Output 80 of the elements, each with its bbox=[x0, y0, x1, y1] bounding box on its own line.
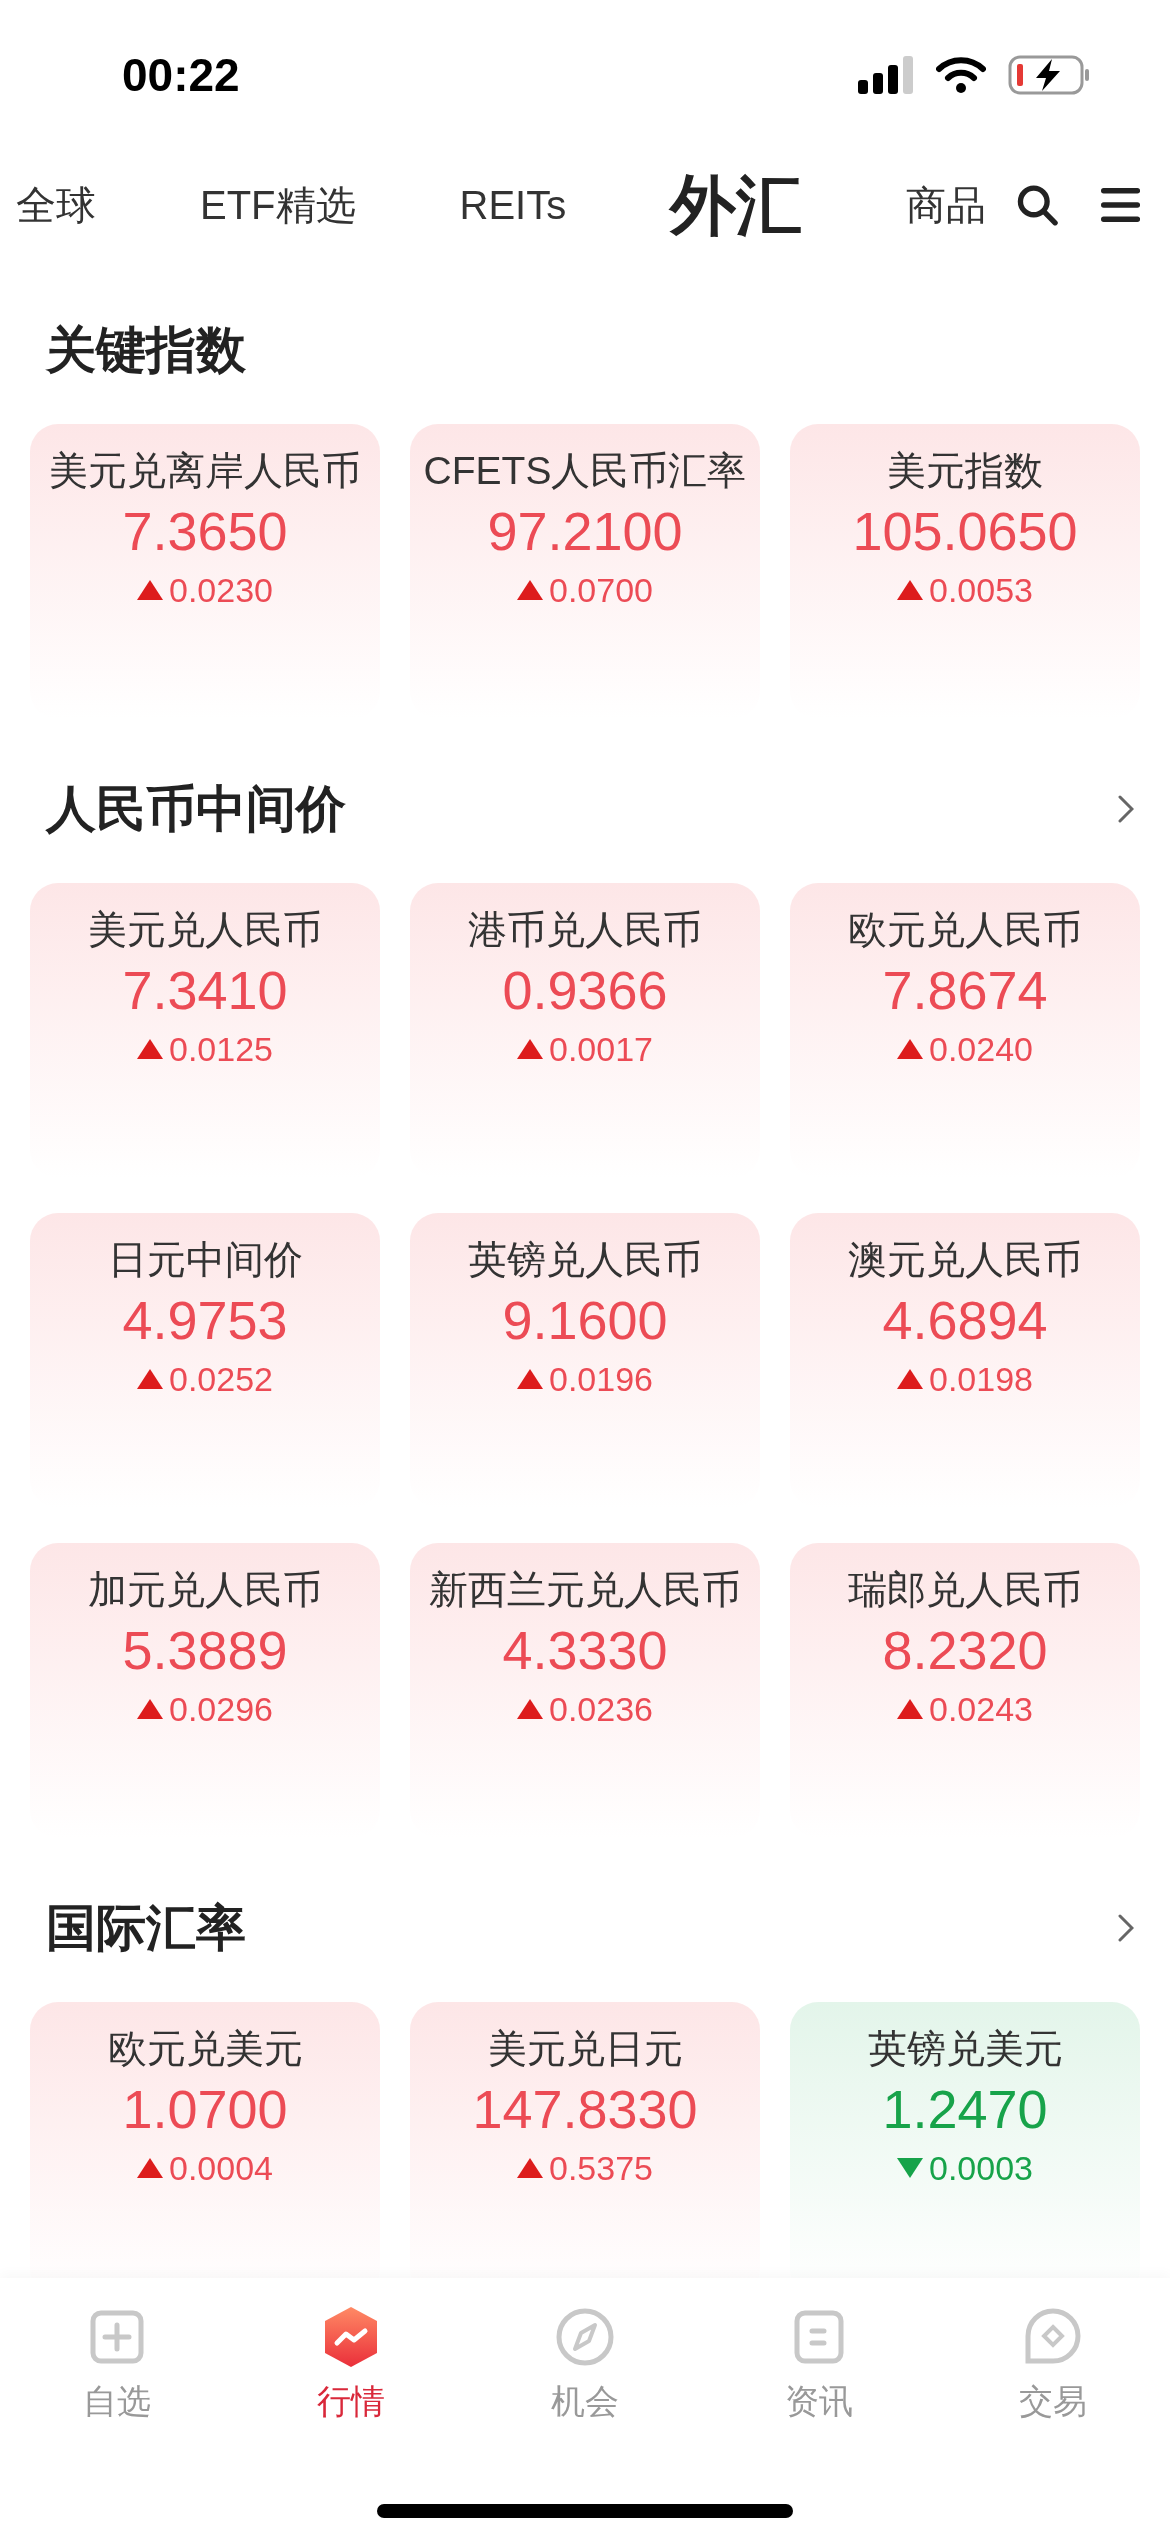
quote-name: 加元兑人民币 bbox=[88, 1567, 322, 1613]
quote-name: CFETS人民币汇率 bbox=[423, 448, 747, 494]
quote-change: 0.0004 bbox=[169, 2148, 273, 2189]
section-title: 关键指数 bbox=[46, 320, 246, 380]
quote-change: 0.0198 bbox=[929, 1359, 1033, 1400]
quote-change: 0.0053 bbox=[929, 570, 1033, 611]
quote-name: 日元中间价 bbox=[107, 1237, 303, 1283]
trade-icon bbox=[1024, 2307, 1082, 2367]
quote-change: 0.0296 bbox=[169, 1689, 273, 1730]
quote-name: 美元指数 bbox=[887, 448, 1043, 494]
up-triangle-icon bbox=[137, 1699, 163, 1719]
up-triangle-icon bbox=[137, 580, 163, 600]
bottom-nav-tab[interactable]: 行情 bbox=[271, 2302, 431, 2427]
quote-value: 97.2100 bbox=[487, 500, 683, 563]
plus-square-icon bbox=[89, 2309, 145, 2365]
quote-change: 0.0240 bbox=[929, 1029, 1033, 1070]
quote-name: 美元兑离岸人民币 bbox=[49, 448, 361, 494]
up-triangle-icon bbox=[517, 580, 543, 600]
quote-name: 瑞郎兑人民币 bbox=[848, 1567, 1082, 1613]
quote-change: 0.0252 bbox=[169, 1359, 273, 1400]
quote-name: 欧元兑美元 bbox=[107, 2026, 303, 2072]
up-triangle-icon bbox=[517, 1699, 543, 1719]
up-triangle-icon bbox=[897, 1699, 923, 1719]
market-tab[interactable]: 全球 bbox=[16, 175, 96, 235]
quote-name: 美元兑日元 bbox=[487, 2026, 683, 2072]
market-tab[interactable]: 商品 bbox=[906, 175, 987, 235]
quote-value: 7.8674 bbox=[882, 959, 1048, 1022]
quote-value: 4.9753 bbox=[122, 1289, 288, 1352]
quote-value: 4.6894 bbox=[882, 1289, 1048, 1352]
up-triangle-icon bbox=[517, 2158, 543, 2178]
quote-name: 澳元兑人民币 bbox=[848, 1237, 1082, 1283]
battery-charging-icon bbox=[1008, 55, 1090, 95]
quote-value: 9.1600 bbox=[502, 1289, 668, 1352]
up-triangle-icon bbox=[137, 1039, 163, 1059]
up-triangle-icon bbox=[137, 1369, 163, 1389]
quote-value: 8.2320 bbox=[882, 1619, 1048, 1682]
status-time: 00:22 bbox=[122, 47, 240, 103]
chevron-right-icon[interactable] bbox=[1118, 1914, 1134, 1942]
up-triangle-icon bbox=[897, 1039, 923, 1059]
chevron-right-icon[interactable] bbox=[1118, 795, 1134, 823]
up-triangle-icon bbox=[517, 1039, 543, 1059]
up-triangle-icon bbox=[137, 2158, 163, 2178]
quote-value: 5.3889 bbox=[122, 1619, 288, 1682]
quote-change: 0.0230 bbox=[169, 570, 273, 611]
quote-change: 0.0125 bbox=[169, 1029, 273, 1070]
up-triangle-icon bbox=[897, 1369, 923, 1389]
market-tab[interactable]: 外汇 bbox=[670, 155, 803, 255]
market-tab[interactable]: REITs bbox=[459, 175, 567, 235]
quote-name: 欧元兑人民币 bbox=[848, 907, 1082, 953]
quote-value: 1.2470 bbox=[882, 2078, 1048, 2141]
quote-value: 7.3650 bbox=[122, 500, 288, 563]
quote-change: 0.0243 bbox=[929, 1689, 1033, 1730]
quote-name: 港币兑人民币 bbox=[468, 907, 702, 953]
quote-name: 英镑兑美元 bbox=[867, 2026, 1063, 2072]
quote-value: 147.8330 bbox=[472, 2078, 698, 2141]
quote-name: 英镑兑人民币 bbox=[468, 1237, 702, 1283]
down-triangle-icon bbox=[897, 2158, 923, 2178]
quote-value: 1.0700 bbox=[122, 2078, 288, 2141]
quote-change: 0.0017 bbox=[549, 1029, 653, 1070]
quote-name: 美元兑人民币 bbox=[88, 907, 322, 953]
quote-change: 0.0003 bbox=[929, 2148, 1033, 2189]
quote-change: 0.0700 bbox=[549, 570, 653, 611]
up-triangle-icon bbox=[517, 1369, 543, 1389]
menu-icon[interactable] bbox=[1100, 185, 1140, 225]
quote-name: 新西兰元兑人民币 bbox=[429, 1567, 741, 1613]
section-title: 人民币中间价 bbox=[46, 779, 346, 839]
compass-icon bbox=[555, 2307, 615, 2367]
quote-change: 0.0196 bbox=[549, 1359, 653, 1400]
document-icon bbox=[793, 2309, 845, 2365]
quote-value: 0.9366 bbox=[502, 959, 668, 1022]
quote-change: 0.0236 bbox=[549, 1689, 653, 1730]
section-title: 国际汇率 bbox=[46, 1898, 246, 1958]
signal-icon bbox=[858, 56, 914, 94]
quote-value: 105.0650 bbox=[852, 500, 1078, 563]
wifi-icon bbox=[936, 56, 986, 94]
quote-change: 0.5375 bbox=[549, 2148, 653, 2189]
up-triangle-icon bbox=[897, 580, 923, 600]
quote-value: 7.3410 bbox=[122, 959, 288, 1022]
market-tab[interactable]: ETF精选 bbox=[200, 175, 356, 235]
quote-value: 4.3330 bbox=[502, 1619, 668, 1682]
